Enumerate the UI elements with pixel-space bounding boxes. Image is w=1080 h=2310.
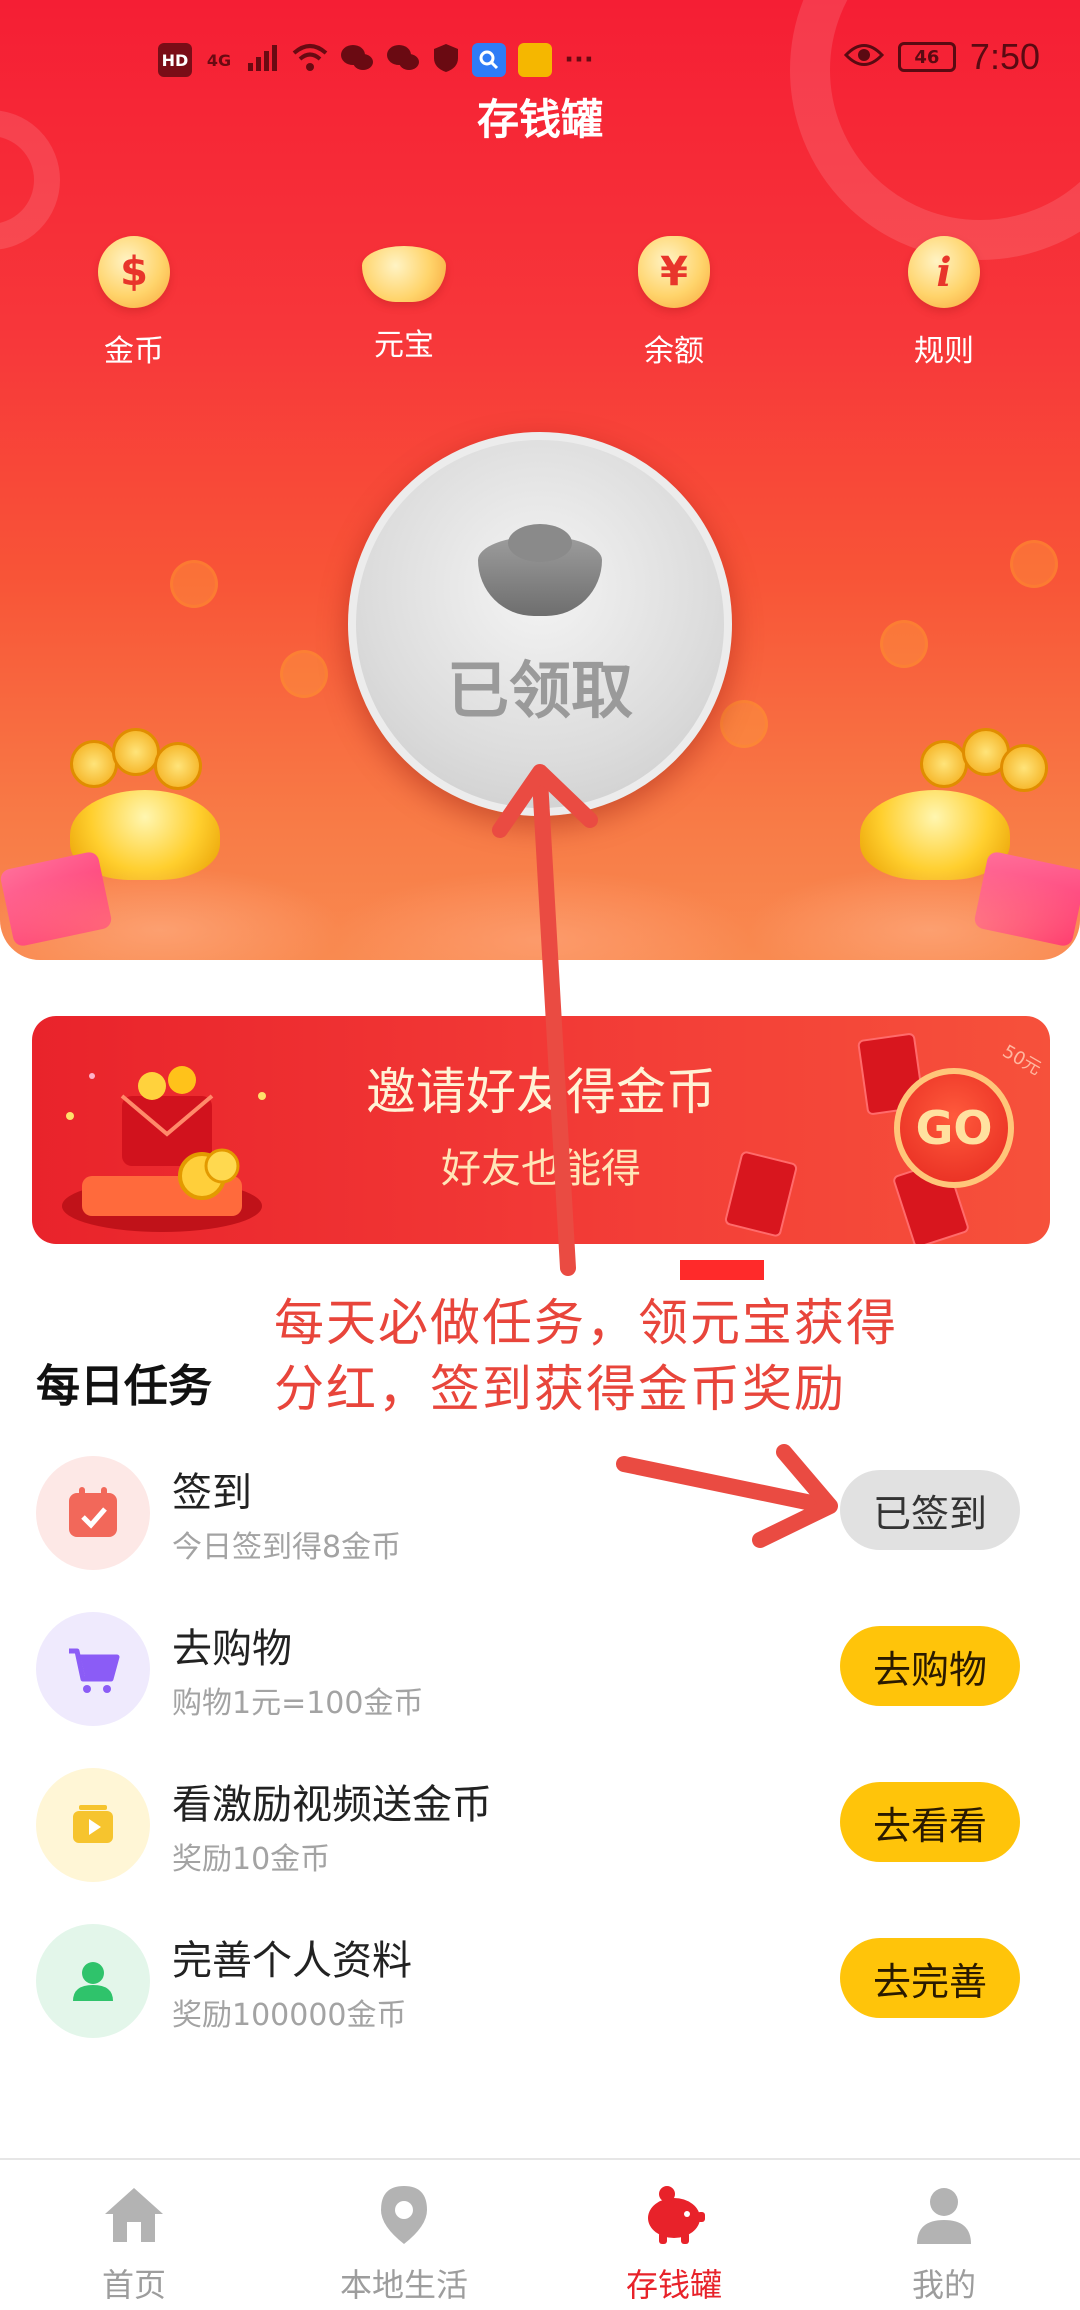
status-icons-right: 46 7:50	[843, 36, 1040, 78]
network-type-icon: 4G	[206, 50, 232, 70]
eye-icon	[843, 42, 884, 72]
decorative-coin	[880, 620, 928, 668]
claim-status: 已领取	[446, 654, 633, 727]
tab-mine[interactable]: 我的	[844, 2180, 1044, 2306]
tab-home[interactable]: 首页	[34, 2180, 234, 2306]
task-row-shopping: 去购物 购物1元=100金币 去购物	[0, 1596, 1080, 1746]
nav-item-label: 元宝	[374, 328, 434, 363]
decorative-coin	[170, 560, 218, 608]
tab-label: 本地生活	[339, 2266, 468, 2304]
ingot-icon	[478, 524, 602, 616]
user-icon	[36, 1924, 150, 2038]
location-pin-icon	[369, 2180, 439, 2250]
nav-item-label: 规则	[914, 334, 974, 369]
watch-video-button[interactable]: 去看看	[840, 1782, 1020, 1862]
go-button[interactable]: GO	[894, 1068, 1014, 1188]
task-title: 看激励视频送金币	[172, 1782, 492, 1828]
task-title: 去购物	[172, 1626, 292, 1672]
annotation-note: 每天必做任务，领元宝获得 分红，签到获得金币奖励	[274, 1290, 1034, 1422]
tab-local-life[interactable]: 本地生活	[304, 2180, 504, 2306]
cart-icon	[36, 1612, 150, 1726]
wechat-icon	[340, 43, 374, 77]
task-row-sign-in: 签到 今日签到得8金币 已签到	[0, 1440, 1080, 1590]
page-title: 存钱罐	[476, 95, 603, 144]
status-icons-left: HD 4G ···	[158, 42, 594, 78]
bottom-tab-bar: 首页 本地生活 存钱罐 我的	[0, 2158, 1080, 2310]
gallery-app-icon	[518, 43, 552, 77]
battery-indicator: 46	[897, 42, 956, 72]
status-bar: HD 4G ··· 46 7:50	[0, 36, 1080, 90]
search-app-icon	[472, 43, 506, 77]
task-description: 奖励100000金币	[172, 1998, 407, 2033]
section-title: 每日任务	[36, 1361, 212, 1412]
decorative-coin	[1010, 540, 1058, 588]
wifi-icon	[292, 43, 328, 77]
ingot-icon	[362, 246, 446, 302]
task-description: 购物1元=100金币	[172, 1686, 424, 1721]
video-icon	[36, 1768, 150, 1882]
hd-icon: HD	[158, 43, 192, 77]
decorative-coin	[70, 740, 118, 788]
signed-in-button[interactable]: 已签到	[840, 1470, 1020, 1550]
piggy-bank-icon	[639, 2180, 709, 2250]
shield-icon	[432, 42, 460, 78]
nav-item-balance[interactable]: ¥ 余额	[594, 236, 754, 370]
tab-piggy-bank[interactable]: 存钱罐	[574, 2180, 774, 2306]
more-icon: ···	[564, 45, 594, 75]
decorative-coin	[280, 650, 328, 698]
profile-icon	[909, 2180, 979, 2250]
nav-item-rules[interactable]: i 规则	[864, 236, 1024, 370]
tab-label: 首页	[101, 2266, 166, 2304]
decorative-coin	[1000, 744, 1048, 792]
task-row-video: 看激励视频送金币 奖励10金币 去看看	[0, 1752, 1080, 1902]
nav-item-coins[interactable]: $ 金币	[54, 236, 214, 370]
annotation-line: 分红，签到获得金币奖励	[274, 1360, 846, 1418]
calendar-check-icon	[36, 1456, 150, 1570]
task-title: 完善个人资料	[172, 1938, 412, 1984]
home-icon	[99, 2180, 169, 2250]
wechat-icon	[386, 43, 420, 77]
task-row-profile: 完善个人资料 奖励100000金币 去完善	[0, 1908, 1080, 2058]
tab-label: 我的	[911, 2266, 976, 2304]
piggy-bank-header: HD 4G ··· 46 7:50 存钱罐 $ 金币 元宝 ¥ 余额 i 规则 …	[0, 0, 1080, 960]
complete-profile-button[interactable]: 去完善	[840, 1938, 1020, 2018]
clock: 7:50	[969, 36, 1040, 77]
top-nav: $ 金币 元宝 ¥ 余额 i 规则	[0, 236, 1080, 376]
cloud-decoration	[0, 820, 1080, 960]
annotation-line: 每天必做任务，领元宝获得	[274, 1294, 898, 1352]
money-bag-icon: ¥	[638, 236, 710, 308]
red-highlight-mark	[680, 1260, 764, 1280]
decorative-coin	[154, 742, 202, 790]
task-description: 今日签到得8金币	[172, 1530, 402, 1565]
decorative-coin	[920, 740, 968, 788]
task-title: 签到	[172, 1470, 252, 1516]
nav-item-ingots[interactable]: 元宝	[324, 236, 484, 364]
task-description: 奖励10金币	[172, 1842, 331, 1877]
nav-item-label: 金币	[104, 334, 164, 369]
decorative-coin	[112, 728, 160, 776]
info-icon: i	[908, 236, 980, 308]
decorative-coin	[720, 700, 768, 748]
tab-label: 存钱罐	[625, 2266, 722, 2304]
nav-item-label: 余额	[644, 334, 704, 369]
coin-icon: $	[98, 236, 170, 308]
claim-circle[interactable]: 已领取	[348, 432, 732, 816]
invite-friends-banner[interactable]: 邀请好友得金币 好友也能得 50元 GO	[32, 1016, 1050, 1244]
go-shopping-button[interactable]: 去购物	[840, 1626, 1020, 1706]
signal-icon	[246, 43, 280, 77]
